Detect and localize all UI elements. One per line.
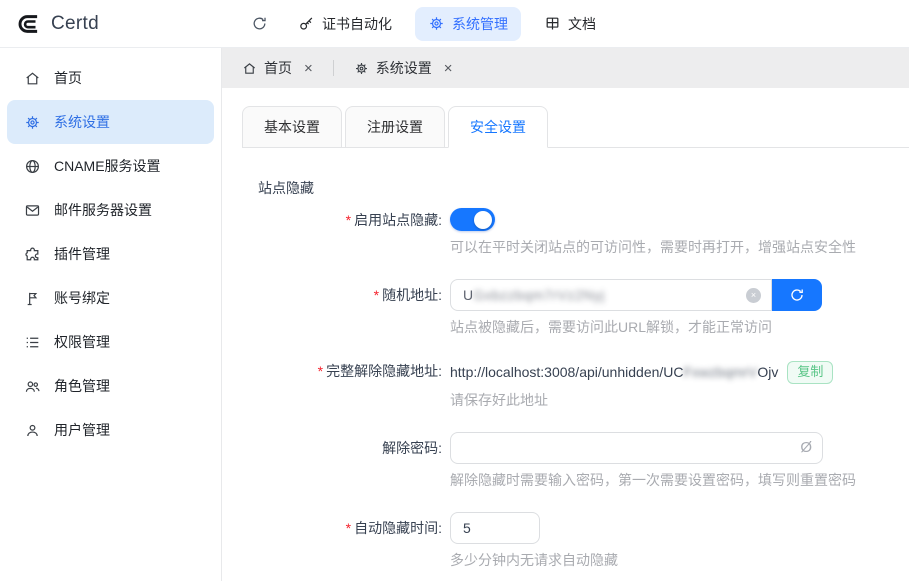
url-redacted: FxwzbqmrV	[684, 364, 758, 380]
certd-logo-icon	[16, 11, 42, 37]
sidebar-item-cname-settings[interactable]: CNAME服务设置	[7, 144, 214, 188]
brand-name: Certd	[51, 13, 99, 35]
page-tab-home[interactable]: 首页 ×	[236, 58, 319, 78]
sidebar-item-label: 首页	[54, 68, 82, 88]
gear-icon	[24, 114, 41, 131]
sidebar-item-account-binding[interactable]: 账号绑定	[7, 276, 214, 320]
sidebar-item-home[interactable]: 首页	[7, 56, 214, 100]
field-label: *随机地址:	[242, 279, 442, 337]
unhide-url-text: http://localhost:3008/api/unhidden/UCFxw…	[450, 364, 778, 380]
field-helper: 站点被隐藏后，需要访问此URL解锁，才能正常访问	[450, 317, 822, 337]
user-icon	[24, 422, 41, 439]
enable-hiding-toggle[interactable]	[450, 208, 495, 231]
sidebar-item-system-settings[interactable]: 系统设置	[7, 100, 214, 144]
sidebar-item-permission-management[interactable]: 权限管理	[7, 320, 214, 364]
gear-icon	[354, 61, 369, 76]
sidebar-item-label: 角色管理	[54, 376, 110, 396]
required-asterisk: *	[318, 363, 323, 379]
nav-item-cert-automation[interactable]: 证书自动化	[285, 7, 405, 41]
page-tab-strip: 首页 × 系统设置 ×	[222, 48, 909, 88]
top-nav: 证书自动化 系统管理 文档	[243, 7, 609, 41]
form-row-auto-hide-time: *自动隐藏时间: 多少分钟内无请求自动隐藏	[242, 512, 909, 570]
list-icon	[24, 334, 41, 351]
field-helper: 多少分钟内无请求自动隐藏	[450, 550, 618, 570]
home-icon	[24, 70, 41, 87]
sidebar-item-label: 权限管理	[54, 332, 110, 352]
field-helper: 解除隐藏时需要输入密码，第一次需要设置密码，填写则重置密码	[450, 470, 856, 490]
clear-icon[interactable]: ×	[746, 288, 761, 303]
tab-basic-settings[interactable]: 基本设置	[242, 106, 342, 147]
form-row-unlock-password: 解除密码: Ø 解除隐藏时需要输入密码，第一次需要设置密码，填写则重置密码	[242, 432, 909, 490]
app-header: Certd 证书自动化	[0, 0, 909, 48]
refresh-button[interactable]	[243, 8, 275, 40]
sidebar-item-label: 账号绑定	[54, 288, 110, 308]
toggle-knob	[474, 211, 492, 229]
form-row-random-address: *随机地址: U Gxbzzbqm7rVz2Nyj ×	[242, 279, 909, 337]
brand: Certd	[16, 11, 211, 37]
required-asterisk: *	[346, 212, 351, 228]
plugin-icon	[24, 246, 41, 263]
form-row-full-unhide-url: *完整解除隐藏地址: http://localhost:3008/api/unh…	[242, 359, 909, 410]
team-icon	[24, 378, 41, 395]
page-tab-label: 系统设置	[376, 58, 432, 78]
sidebar-item-user-management[interactable]: 用户管理	[7, 408, 214, 452]
auto-hide-time-input[interactable]	[450, 512, 540, 544]
tab-security-settings[interactable]: 安全设置	[448, 106, 548, 148]
gear-icon	[428, 15, 445, 32]
field-label: *启用站点隐藏:	[242, 208, 442, 257]
sidebar-item-label: 邮件服务器设置	[54, 200, 152, 220]
required-asterisk: *	[374, 287, 379, 303]
certd-app: Certd 证书自动化	[0, 0, 909, 581]
sidebar-item-label: 插件管理	[54, 244, 110, 264]
nav-item-system-admin[interactable]: 系统管理	[415, 7, 521, 41]
regenerate-button[interactable]	[772, 279, 822, 311]
refresh-icon	[789, 287, 805, 303]
sidebar-item-label: 系统设置	[54, 112, 110, 132]
copy-button[interactable]: 复制	[787, 361, 833, 384]
eye-off-icon[interactable]: Ø	[800, 439, 812, 457]
nav-label: 系统管理	[452, 14, 508, 34]
unlock-password-input[interactable]	[450, 432, 823, 464]
sidebar-item-role-management[interactable]: 角色管理	[7, 364, 214, 408]
security-settings-form: 站点隐藏 *启用站点隐藏: 可以在平时关闭站点的可访问性，需要时再打开，增强站点…	[242, 148, 909, 570]
close-icon[interactable]: ×	[304, 61, 313, 76]
random-address-input[interactable]: U Gxbzzbqm7rVz2Nyj ×	[450, 279, 772, 311]
random-address-redacted: Gxbzzbqm7rVz2Nyj	[473, 287, 605, 303]
required-asterisk: *	[346, 520, 351, 536]
field-label: 解除密码:	[242, 432, 442, 490]
settings-content: 基本设置 注册设置 安全设置 站点隐藏 *启用站点隐藏: 可以在平时关闭站点的可…	[222, 88, 909, 581]
nav-label: 证书自动化	[322, 14, 392, 34]
page-tab-system-settings[interactable]: 系统设置 ×	[348, 58, 459, 78]
tab-register-settings[interactable]: 注册设置	[345, 106, 445, 147]
globe-icon	[24, 158, 41, 175]
random-address-visible: U	[463, 287, 473, 303]
field-label: *自动隐藏时间:	[242, 512, 442, 570]
mail-icon	[24, 202, 41, 219]
sidebar: 首页 系统设置 CNAME服务设置	[0, 48, 222, 581]
section-title-site-hiding: 站点隐藏	[242, 178, 909, 198]
form-row-enable-hiding: *启用站点隐藏: 可以在平时关闭站点的可访问性，需要时再打开，增强站点安全性	[242, 208, 909, 257]
sidebar-item-plugin-management[interactable]: 插件管理	[7, 232, 214, 276]
page-tab-label: 首页	[264, 58, 292, 78]
sidebar-item-label: CNAME服务设置	[54, 156, 161, 176]
sidebar-item-mail-server-settings[interactable]: 邮件服务器设置	[7, 188, 214, 232]
field-helper: 请保存好此地址	[450, 390, 833, 410]
settings-tab-bar: 基本设置 注册设置 安全设置	[242, 106, 909, 148]
app-body: 首页 系统设置 CNAME服务设置	[0, 48, 909, 581]
book-icon	[544, 15, 561, 32]
key-icon	[298, 15, 315, 32]
nav-item-docs[interactable]: 文档	[531, 7, 609, 41]
home-icon	[242, 61, 257, 76]
field-label: *完整解除隐藏地址:	[242, 359, 442, 410]
close-icon[interactable]: ×	[444, 61, 453, 76]
flag-icon	[24, 290, 41, 307]
refresh-icon	[251, 15, 268, 32]
field-helper: 可以在平时关闭站点的可访问性，需要时再打开，增强站点安全性	[450, 237, 856, 257]
sidebar-item-label: 用户管理	[54, 420, 110, 440]
main-area: 首页 × 系统设置 × 基本	[222, 48, 909, 581]
nav-label: 文档	[568, 14, 596, 34]
tab-divider	[333, 60, 334, 76]
